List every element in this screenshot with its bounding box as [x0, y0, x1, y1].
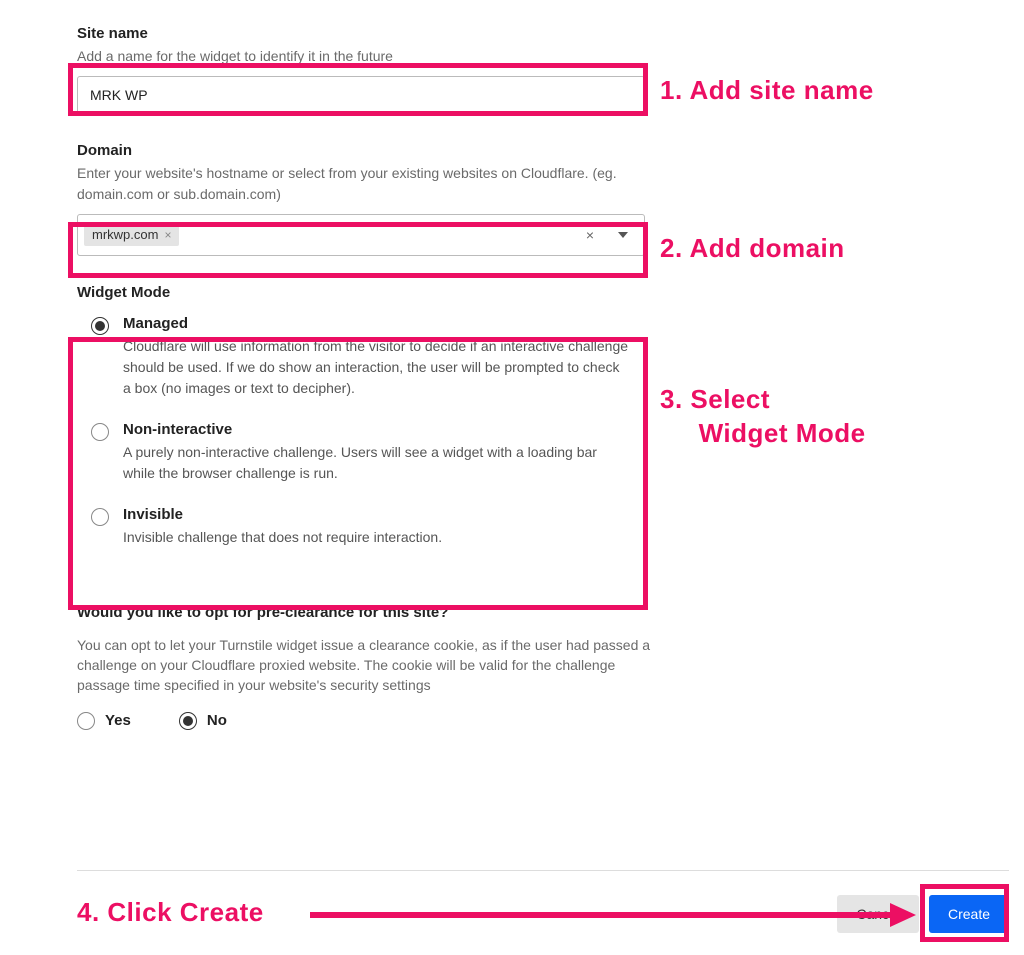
preclearance-section: Would you like to opt for pre-clearance …	[77, 604, 667, 730]
domain-section: Domain Enter your website's hostname or …	[77, 142, 645, 256]
site-name-input[interactable]	[77, 76, 645, 114]
domain-label: Domain	[77, 142, 645, 159]
radio-icon	[91, 317, 109, 335]
annotation-text-1: 1. Add site name	[660, 74, 874, 108]
preclearance-help: You can opt to let your Turnstile widget…	[77, 635, 667, 696]
radio-title: Managed	[123, 315, 631, 332]
create-button[interactable]: Create	[929, 895, 1009, 933]
site-name-section: Site name Add a name for the widget to i…	[77, 25, 645, 114]
widget-mode-option[interactable]: Invisible Invisible challenge that does n…	[91, 506, 631, 548]
widget-mode-option[interactable]: Non-interactive A purely non-interactive …	[91, 421, 631, 484]
annotation-text-3: 3. Select Widget Mode	[660, 383, 866, 451]
radio-desc: Cloudflare will use information from the…	[123, 336, 631, 399]
radio-title: Invisible	[123, 506, 631, 523]
widget-mode-radios: Managed Cloudflare will use information f…	[77, 305, 645, 564]
radio-title: Non-interactive	[123, 421, 631, 438]
preclearance-yes-label: Yes	[105, 712, 131, 729]
site-name-help: Add a name for the widget to identify it…	[77, 46, 645, 66]
domain-chip: mrkwp.com ×	[84, 223, 179, 246]
radio-desc: Invisible challenge that does not requir…	[123, 527, 631, 548]
preclearance-no[interactable]: No	[179, 712, 227, 730]
chip-remove-icon[interactable]: ×	[164, 228, 171, 242]
domain-chip-text: mrkwp.com	[92, 227, 158, 242]
widget-mode-option[interactable]: Managed Cloudflare will use information f…	[91, 315, 631, 399]
combo-clear-icon[interactable]: ×	[578, 227, 602, 243]
preclearance-label: Would you like to opt for pre-clearance …	[77, 604, 667, 621]
domain-combobox[interactable]: mrkwp.com × ×	[77, 214, 645, 256]
radio-desc: A purely non-interactive challenge. User…	[123, 442, 631, 484]
cancel-button[interactable]: Cancel	[837, 895, 919, 933]
widget-mode-section: Widget Mode Managed Cloudflare will use i…	[77, 284, 645, 564]
site-name-label: Site name	[77, 25, 645, 42]
radio-icon	[91, 508, 109, 526]
annotation-text-2: 2. Add domain	[660, 232, 845, 266]
radio-icon	[91, 423, 109, 441]
annotation-text-4: 4. Click Create	[77, 896, 264, 930]
chevron-down-icon[interactable]	[618, 232, 628, 238]
preclearance-radios: Yes No	[77, 712, 667, 730]
radio-icon	[179, 712, 197, 730]
domain-help: Enter your website's hostname or select …	[77, 163, 645, 204]
radio-icon	[77, 712, 95, 730]
preclearance-yes[interactable]: Yes	[77, 712, 131, 730]
preclearance-no-label: No	[207, 712, 227, 729]
widget-mode-label: Widget Mode	[77, 284, 645, 301]
